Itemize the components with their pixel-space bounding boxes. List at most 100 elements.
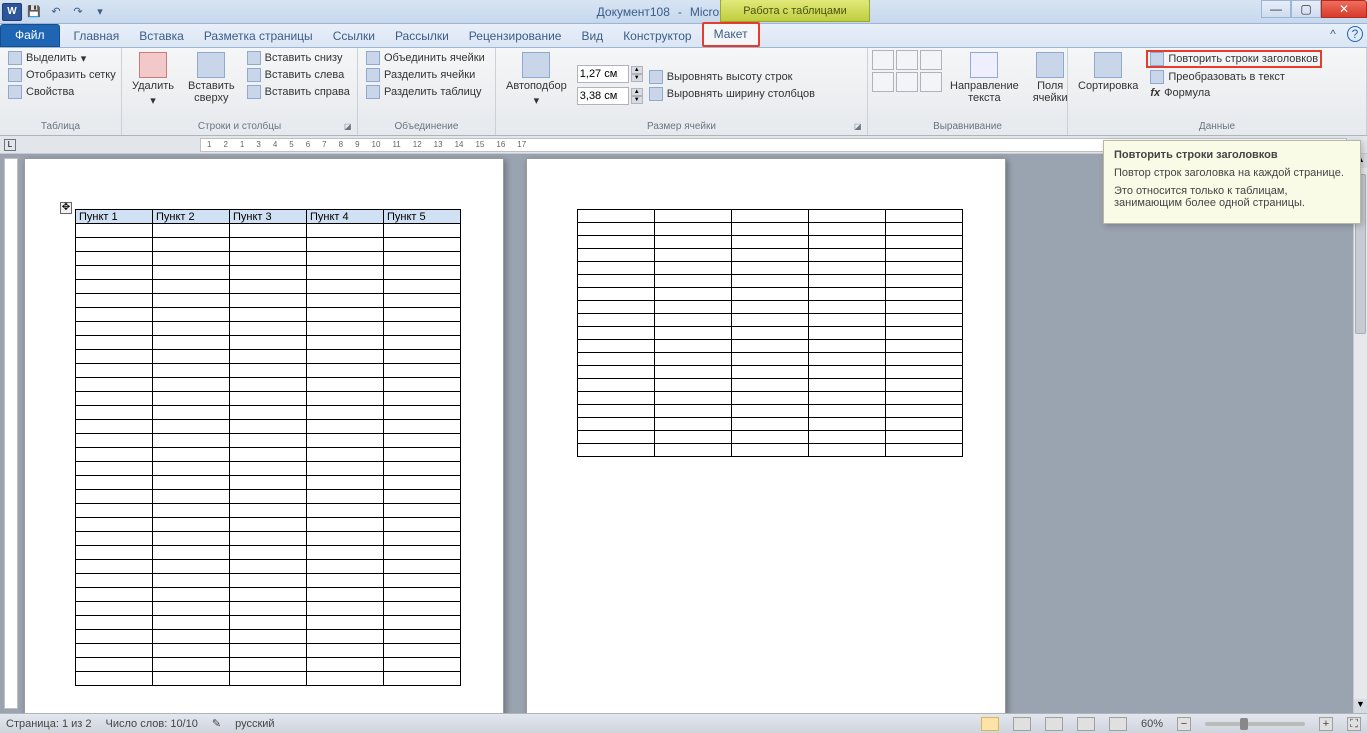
document-table-2[interactable] <box>577 209 963 457</box>
row-height-spinner[interactable]: ▲▼ <box>575 65 643 83</box>
table-cell[interactable] <box>384 238 461 252</box>
table-cell[interactable] <box>655 223 732 236</box>
word-count[interactable]: Число слов: 10/10 <box>106 718 198 730</box>
table-cell[interactable] <box>809 249 886 262</box>
table-cell[interactable] <box>307 350 384 364</box>
table-cell[interactable] <box>307 546 384 560</box>
tab-table-layout[interactable]: Макет <box>702 22 760 47</box>
table-cell[interactable] <box>76 560 153 574</box>
table-cell[interactable] <box>384 308 461 322</box>
document-area[interactable]: ✥ Пункт 1Пункт 2Пункт 3Пункт 4Пункт 5 <box>0 154 1353 713</box>
autofit-button[interactable]: Автоподбор▾ <box>500 50 573 120</box>
table-cell[interactable] <box>76 490 153 504</box>
properties-button[interactable]: Свойства <box>4 84 120 100</box>
table-cell[interactable] <box>578 366 655 379</box>
table-header-cell[interactable]: Пункт 1 <box>76 210 153 224</box>
table-cell[interactable] <box>230 406 307 420</box>
web-layout-view-button[interactable] <box>1045 717 1063 731</box>
table-move-handle[interactable]: ✥ <box>60 202 72 214</box>
insert-left-button[interactable]: Вставить слева <box>243 67 354 83</box>
table-cell[interactable] <box>886 379 963 392</box>
zoom-slider-thumb[interactable] <box>1240 718 1248 730</box>
insert-below-button[interactable]: Вставить снизу <box>243 50 354 66</box>
table-cell[interactable] <box>230 434 307 448</box>
table-cell[interactable] <box>76 224 153 238</box>
table-cell[interactable] <box>307 462 384 476</box>
undo-button[interactable]: ↶ <box>46 3 66 21</box>
table-cell[interactable] <box>384 280 461 294</box>
delete-button[interactable]: Удалить▾ <box>126 50 180 120</box>
align-bc[interactable] <box>896 72 918 92</box>
split-cells-button[interactable]: Разделить ячейки <box>362 67 489 83</box>
table-cell[interactable] <box>732 262 809 275</box>
table-cell[interactable] <box>230 322 307 336</box>
table-cell[interactable] <box>76 476 153 490</box>
table-cell[interactable] <box>809 262 886 275</box>
language-indicator[interactable]: русский <box>235 718 274 730</box>
table-cell[interactable] <box>76 504 153 518</box>
table-cell[interactable] <box>655 431 732 444</box>
table-cell[interactable] <box>153 658 230 672</box>
table-header-cell[interactable]: Пункт 5 <box>384 210 461 224</box>
table-cell[interactable] <box>578 431 655 444</box>
tab-references[interactable]: Ссылки <box>323 26 385 47</box>
table-cell[interactable] <box>384 644 461 658</box>
table-cell[interactable] <box>384 602 461 616</box>
align-tr[interactable] <box>920 50 942 70</box>
table-cell[interactable] <box>230 532 307 546</box>
distribute-columns-button[interactable]: Выровнять ширину столбцов <box>645 86 819 102</box>
table-cell[interactable] <box>809 314 886 327</box>
table-cell[interactable] <box>655 392 732 405</box>
table-cell[interactable] <box>307 378 384 392</box>
table-cell[interactable] <box>732 405 809 418</box>
table-cell[interactable] <box>655 366 732 379</box>
maximize-button[interactable]: ▢ <box>1291 0 1321 18</box>
table-header-cell[interactable]: Пункт 2 <box>153 210 230 224</box>
table-cell[interactable] <box>153 252 230 266</box>
table-cell[interactable] <box>76 616 153 630</box>
table-cell[interactable] <box>76 658 153 672</box>
table-cell[interactable] <box>230 420 307 434</box>
table-cell[interactable] <box>809 301 886 314</box>
table-cell[interactable] <box>655 275 732 288</box>
table-cell[interactable] <box>384 560 461 574</box>
table-cell[interactable] <box>578 223 655 236</box>
table-cell[interactable] <box>732 431 809 444</box>
app-menu-icon[interactable]: W <box>2 3 22 21</box>
table-cell[interactable] <box>809 353 886 366</box>
table-cell[interactable] <box>384 476 461 490</box>
table-cell[interactable] <box>153 616 230 630</box>
table-cell[interactable] <box>732 340 809 353</box>
table-cell[interactable] <box>655 340 732 353</box>
distribute-rows-button[interactable]: Выровнять высоту строк <box>645 69 819 85</box>
table-cell[interactable] <box>578 392 655 405</box>
vertical-scrollbar[interactable]: ▲ ▼ <box>1353 154 1367 713</box>
table-cell[interactable] <box>655 236 732 249</box>
table-cell[interactable] <box>76 602 153 616</box>
insert-above-button[interactable]: Вставить сверху <box>182 50 241 120</box>
table-cell[interactable] <box>886 236 963 249</box>
table-cell[interactable] <box>655 327 732 340</box>
table-cell[interactable] <box>655 262 732 275</box>
table-cell[interactable] <box>886 327 963 340</box>
table-cell[interactable] <box>76 252 153 266</box>
table-cell[interactable] <box>153 224 230 238</box>
table-cell[interactable] <box>76 644 153 658</box>
table-cell[interactable] <box>307 434 384 448</box>
table-cell[interactable] <box>578 340 655 353</box>
convert-to-text-button[interactable]: Преобразовать в текст <box>1146 69 1322 85</box>
table-cell[interactable] <box>886 340 963 353</box>
cell-margins-button[interactable]: Поля ячейки <box>1027 50 1074 120</box>
column-width-spinner[interactable]: ▲▼ <box>575 87 643 105</box>
table-cell[interactable] <box>578 353 655 366</box>
table-cell[interactable] <box>153 308 230 322</box>
table-cell[interactable] <box>230 504 307 518</box>
table-cell[interactable] <box>76 336 153 350</box>
table-cell[interactable] <box>307 448 384 462</box>
dialog-launcher-icon[interactable]: ◪ <box>344 122 354 132</box>
table-cell[interactable] <box>230 546 307 560</box>
table-cell[interactable] <box>886 249 963 262</box>
table-cell[interactable] <box>153 350 230 364</box>
table-cell[interactable] <box>384 504 461 518</box>
table-cell[interactable] <box>76 672 153 686</box>
